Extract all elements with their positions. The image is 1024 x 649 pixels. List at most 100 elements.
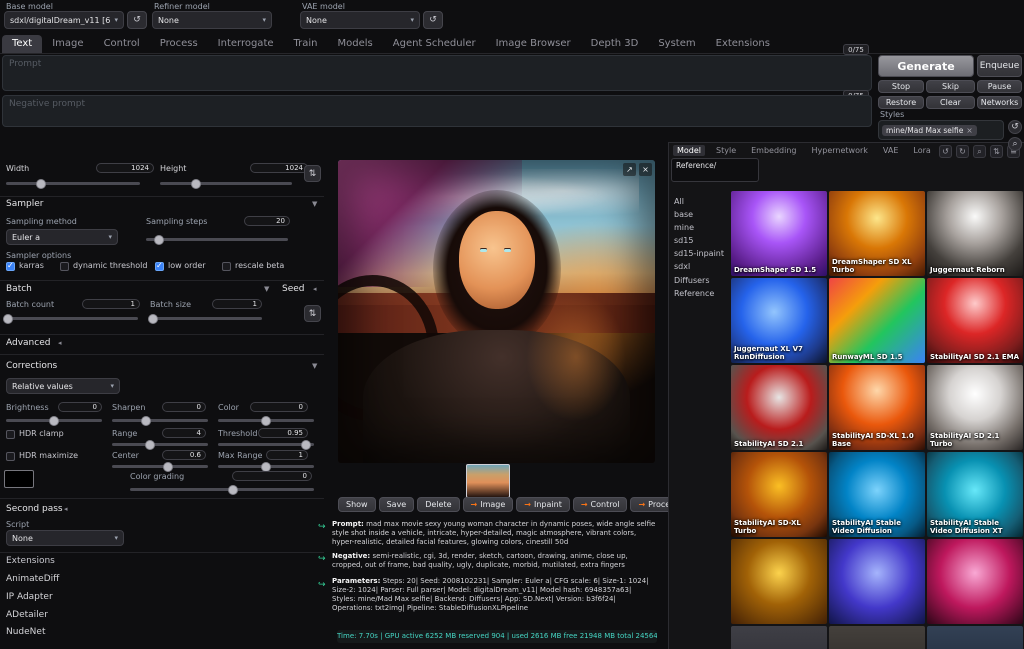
height-slider-handle[interactable]	[191, 179, 201, 189]
color-grading-handle[interactable]	[228, 485, 238, 495]
image-close-icon[interactable]: ×	[639, 163, 652, 176]
copy-params-icon[interactable]: ↪	[318, 580, 326, 590]
model-card[interactable]: DreamShaper SD XL Turbo	[829, 191, 925, 276]
second-pass-collapse-icon[interactable]: ◂	[64, 505, 68, 513]
model-card[interactable]: Juggernaut Reborn	[927, 191, 1023, 276]
batch-count-value[interactable]: 1	[82, 299, 140, 309]
sampling-steps-slider[interactable]	[146, 238, 288, 241]
brightness-value[interactable]: 0	[58, 402, 102, 412]
center-handle[interactable]	[163, 462, 173, 472]
pause-button[interactable]: Pause	[977, 80, 1022, 93]
enqueue-button[interactable]: Enqueue	[977, 55, 1022, 77]
model-card[interactable]	[829, 626, 925, 649]
model-card[interactable]	[927, 539, 1023, 624]
networks-tab-lora[interactable]: Lora	[909, 145, 934, 156]
base-model-select[interactable]: sdxl/digitalDream_v11 [6948	[4, 11, 124, 29]
send-to-control-button[interactable]: →Control	[573, 497, 628, 512]
color-handle[interactable]	[261, 416, 271, 426]
networks-tab-model[interactable]: Model	[673, 145, 705, 156]
tab-depth-3d[interactable]: Depth 3D	[581, 35, 649, 53]
script-select[interactable]: None	[6, 530, 124, 546]
model-card[interactable]: StabilityAI Stable Video Diffusion	[829, 452, 925, 537]
batch-count-handle[interactable]	[3, 314, 13, 324]
networks-refresh-icon[interactable]: ↺	[939, 145, 952, 158]
folder-reference[interactable]: Reference	[674, 289, 714, 298]
color-grading-value[interactable]: 0	[232, 471, 312, 481]
hdr-maximize-checkbox[interactable]	[6, 452, 15, 461]
networks-search-icon[interactable]: ⌕	[973, 145, 986, 158]
clear-button[interactable]: Clear	[926, 96, 975, 109]
corrections-collapse-icon[interactable]: ▼	[312, 362, 317, 370]
sharpen-slider[interactable]	[112, 419, 208, 422]
networks-tab-vae[interactable]: VAE	[879, 145, 903, 156]
batch-section-header[interactable]: Batch	[6, 284, 32, 294]
stop-button[interactable]: Stop	[878, 80, 924, 93]
sampling-steps-handle[interactable]	[154, 235, 164, 245]
threshold-value[interactable]: 0.95	[258, 428, 308, 438]
max-range-value[interactable]: 1	[266, 450, 308, 460]
corrections-section-header[interactable]: Corrections	[6, 361, 57, 371]
show-button[interactable]: Show	[338, 497, 376, 512]
range-handle[interactable]	[145, 440, 155, 450]
networks-rescan-icon[interactable]: ↻	[956, 145, 969, 158]
rescale-beta-checkbox[interactable]	[222, 262, 231, 271]
sampler-collapse-icon[interactable]: ▼	[312, 200, 317, 208]
tab-control[interactable]: Control	[94, 35, 150, 53]
tab-process[interactable]: Process	[150, 35, 208, 53]
image-expand-icon[interactable]: ↗	[623, 163, 636, 176]
batch-size-slider[interactable]	[150, 317, 262, 320]
styles-input[interactable]: mine/Mad Max selfie ×	[878, 120, 1004, 140]
folder-diffusers[interactable]: Diffusers	[674, 276, 710, 285]
model-card[interactable]: StabilityAI SD 2.1 Turbo	[927, 365, 1023, 450]
copy-negative-icon[interactable]: ↪	[318, 554, 326, 564]
extension-ip-adapter[interactable]: IP Adapter	[6, 592, 53, 602]
folder-sd15[interactable]: sd15	[674, 236, 693, 245]
generated-image[interactable]: ↗ ×	[338, 160, 655, 463]
folder-mine[interactable]: mine	[674, 223, 694, 232]
tab-agent-scheduler[interactable]: Agent Scheduler	[383, 35, 486, 53]
tab-extensions[interactable]: Extensions	[706, 35, 780, 53]
width-slider-handle[interactable]	[36, 179, 46, 189]
copy-prompt-icon[interactable]: ↪	[318, 522, 326, 532]
batch-size-value[interactable]: 1	[212, 299, 262, 309]
threshold-handle[interactable]	[301, 440, 311, 450]
model-card[interactable]: RunwayML SD 1.5	[829, 278, 925, 363]
networks-tab-style[interactable]: Style	[712, 145, 740, 156]
networks-filter-input[interactable]: Reference/	[671, 158, 759, 182]
prompt-input[interactable]	[2, 55, 872, 91]
vae-model-refresh-icon[interactable]: ↺	[423, 11, 443, 29]
styles-search-icon[interactable]: ⌕	[1008, 137, 1022, 151]
model-card[interactable]	[927, 626, 1023, 649]
style-tag-remove-icon[interactable]: ×	[966, 126, 972, 135]
model-card[interactable]	[731, 626, 827, 649]
style-tag[interactable]: mine/Mad Max selfie ×	[882, 125, 977, 136]
model-card[interactable]: StabilityAI SD-XL 1.0 Base	[829, 365, 925, 450]
batch-swap-icon[interactable]: ⇅	[304, 305, 321, 322]
sampler-section-header[interactable]: Sampler	[6, 199, 43, 209]
folder-sdxl[interactable]: sdxl	[674, 262, 690, 271]
model-card[interactable]: StabilityAI SD 2.1 EMA	[927, 278, 1023, 363]
tab-system[interactable]: System	[648, 35, 705, 53]
refiner-model-select[interactable]: None	[152, 11, 272, 29]
color-value[interactable]: 0	[250, 402, 308, 412]
folder-sd15-inpaint[interactable]: sd15-inpaint	[674, 249, 724, 258]
swap-dimensions-icon[interactable]: ⇅	[304, 165, 321, 182]
max-range-handle[interactable]	[261, 462, 271, 472]
brightness-handle[interactable]	[49, 416, 59, 426]
tab-models[interactable]: Models	[328, 35, 383, 53]
send-to-image-button[interactable]: →Image	[463, 497, 514, 512]
height-slider[interactable]	[160, 182, 292, 185]
tab-interrogate[interactable]: Interrogate	[208, 35, 284, 53]
networks-tab-embedding[interactable]: Embedding	[747, 145, 800, 156]
advanced-collapse-icon[interactable]: ◂	[58, 339, 62, 347]
skip-button[interactable]: Skip	[926, 80, 975, 93]
hdr-clamp-checkbox[interactable]	[6, 430, 15, 439]
restore-button[interactable]: Restore	[878, 96, 924, 109]
sharpen-handle[interactable]	[141, 416, 151, 426]
extension-adetailer[interactable]: ADetailer	[6, 610, 48, 620]
model-card[interactable]	[829, 539, 925, 624]
networks-button[interactable]: Networks	[977, 96, 1022, 109]
send-to-inpaint-button[interactable]: →Inpaint	[516, 497, 570, 512]
seed-section-header[interactable]: Seed	[282, 284, 305, 294]
sharpen-value[interactable]: 0	[162, 402, 206, 412]
